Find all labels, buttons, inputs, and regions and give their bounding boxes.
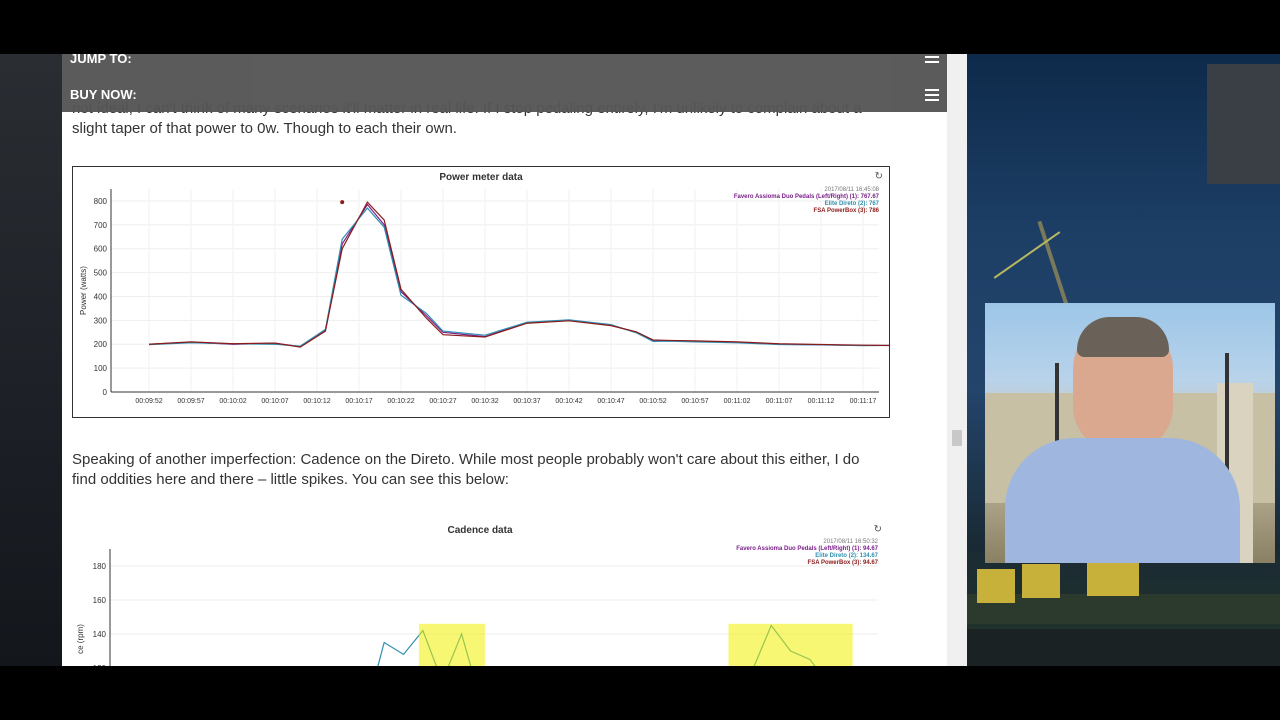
- x-tick-label: 00:11:12: [808, 398, 835, 405]
- x-tick-label: 00:10:17: [345, 398, 372, 405]
- chart-title: Power meter data: [439, 172, 523, 183]
- x-tick-label: 00:10:37: [513, 398, 540, 405]
- legend-items: Favero Assioma Duo Pedals (Left/Right) (…: [736, 546, 878, 567]
- site-navbar: JUMP TO: BUY NOW:: [62, 54, 947, 112]
- buy-now-label: BUY NOW:: [70, 87, 137, 102]
- scenery-building: [1207, 64, 1280, 184]
- y-tick-label: 500: [94, 269, 108, 278]
- y-tick-label: 100: [94, 364, 108, 373]
- legend-item[interactable]: Elite Direto (2): 767: [734, 201, 879, 208]
- legend-timestamp: 2017/08/11 16:45:08: [824, 187, 879, 193]
- x-tick-label: 00:10:22: [387, 398, 414, 405]
- chart-title: Cadence data: [447, 525, 513, 536]
- legend-item[interactable]: FSA PowerBox (3): 786: [734, 208, 879, 215]
- highlight-annotation: [418, 623, 485, 666]
- y-tick-label: 700: [94, 221, 108, 230]
- jump-to-hamburger-icon[interactable]: [925, 56, 939, 68]
- presenter-shirt: [1005, 438, 1240, 563]
- presenter-hair: [1077, 317, 1169, 357]
- y-tick-label: 800: [94, 197, 108, 206]
- x-tick-label: 00:10:02: [219, 398, 246, 405]
- legend-items: Favero Assioma Duo Pedals (Left/Right) (…: [734, 194, 879, 215]
- power-chart: Power meter data ↻ 2017/08/11 16:45:08 F…: [72, 166, 967, 418]
- x-tick-label: 00:09:52: [135, 398, 162, 405]
- scenery-sign: [1087, 562, 1139, 596]
- refresh-icon[interactable]: ↻: [874, 524, 882, 535]
- highlight-annotation: [728, 623, 853, 666]
- video-frame: JUMP TO: BUY NOW: not ideal, I can't thi…: [0, 54, 1280, 666]
- paragraph-cadence-intro: Speaking of another imperfection: Cadenc…: [72, 450, 922, 490]
- chart-legend: 2017/08/11 16:45:08 Favero Assioma Duo P…: [734, 187, 879, 215]
- x-tick-label: 00:11:07: [766, 398, 793, 405]
- y-tick-label: 400: [94, 292, 108, 301]
- cadence-chart: Cadence data ↻ 2017/08/11 16:50:32 Faver…: [72, 519, 888, 666]
- y-tick-label: 160: [93, 596, 107, 605]
- y-axis-label: Power (watts): [79, 266, 88, 315]
- x-tick-label: 00:10:47: [597, 398, 624, 405]
- y-tick-label: 140: [93, 630, 107, 639]
- x-tick-label: 00:10:32: [471, 398, 498, 405]
- y-tick-label: 600: [94, 245, 108, 254]
- legend-item[interactable]: FSA PowerBox (3): 94.67: [736, 560, 878, 567]
- x-tick-label: 00:10:07: [261, 398, 288, 405]
- x-tick-label: 00:10:42: [555, 398, 582, 405]
- paragraph-line: find oddities here and there – little sp…: [72, 471, 509, 488]
- series-line: [148, 207, 967, 347]
- scenery-sign: [1022, 564, 1060, 598]
- y-tick-label: 0: [103, 388, 108, 397]
- legend-item[interactable]: Elite Direto (2): 134.67: [736, 553, 878, 560]
- x-tick-label: 00:10:12: [303, 398, 330, 405]
- jump-to-label: JUMP TO:: [70, 54, 132, 66]
- background-scenery-left: [0, 54, 62, 666]
- x-tick-label: 00:10:52: [639, 398, 666, 405]
- scenery-sign: [977, 569, 1015, 603]
- browser-page: JUMP TO: BUY NOW: not ideal, I can't thi…: [62, 54, 967, 666]
- series-line: [148, 203, 967, 348]
- x-tick-label: 00:10:57: [681, 398, 708, 405]
- legend-timestamp: 2017/08/11 16:50:32: [823, 539, 878, 545]
- y-tick-label: 300: [94, 316, 108, 325]
- paragraph-line: Speaking of another imperfection: Cadenc…: [72, 451, 860, 468]
- chart-legend: 2017/08/11 16:50:32 Favero Assioma Duo P…: [736, 539, 878, 567]
- series-line: [148, 201, 967, 348]
- refresh-icon[interactable]: ↻: [875, 171, 883, 182]
- x-tick-label: 00:11:02: [724, 398, 751, 405]
- jump-to-menu[interactable]: JUMP TO:: [70, 54, 132, 70]
- buy-now-hamburger-icon[interactable]: [925, 89, 939, 101]
- peak-marker: [340, 200, 345, 205]
- y-axis-label: ce (rpm): [76, 624, 85, 654]
- paragraph-line: slight taper of that power to 0w. Though…: [72, 120, 457, 137]
- scenery-road: [967, 629, 1280, 666]
- scrollbar-thumb[interactable]: [952, 430, 962, 446]
- x-tick-label: 00:11:17: [850, 398, 877, 405]
- legend-item[interactable]: Favero Assioma Duo Pedals (Left/Right) (…: [736, 546, 878, 553]
- y-tick-label: 180: [93, 562, 107, 571]
- page-scrollbar[interactable]: [947, 54, 967, 666]
- y-tick-label: 120: [93, 664, 107, 666]
- buy-now-menu[interactable]: BUY NOW:: [70, 84, 137, 106]
- webcam-overlay: [985, 303, 1275, 563]
- legend-item[interactable]: Favero Assioma Duo Pedals (Left/Right) (…: [734, 194, 879, 201]
- x-tick-label: 00:10:27: [429, 398, 456, 405]
- y-tick-label: 200: [94, 340, 108, 349]
- x-tick-label: 00:09:57: [177, 398, 204, 405]
